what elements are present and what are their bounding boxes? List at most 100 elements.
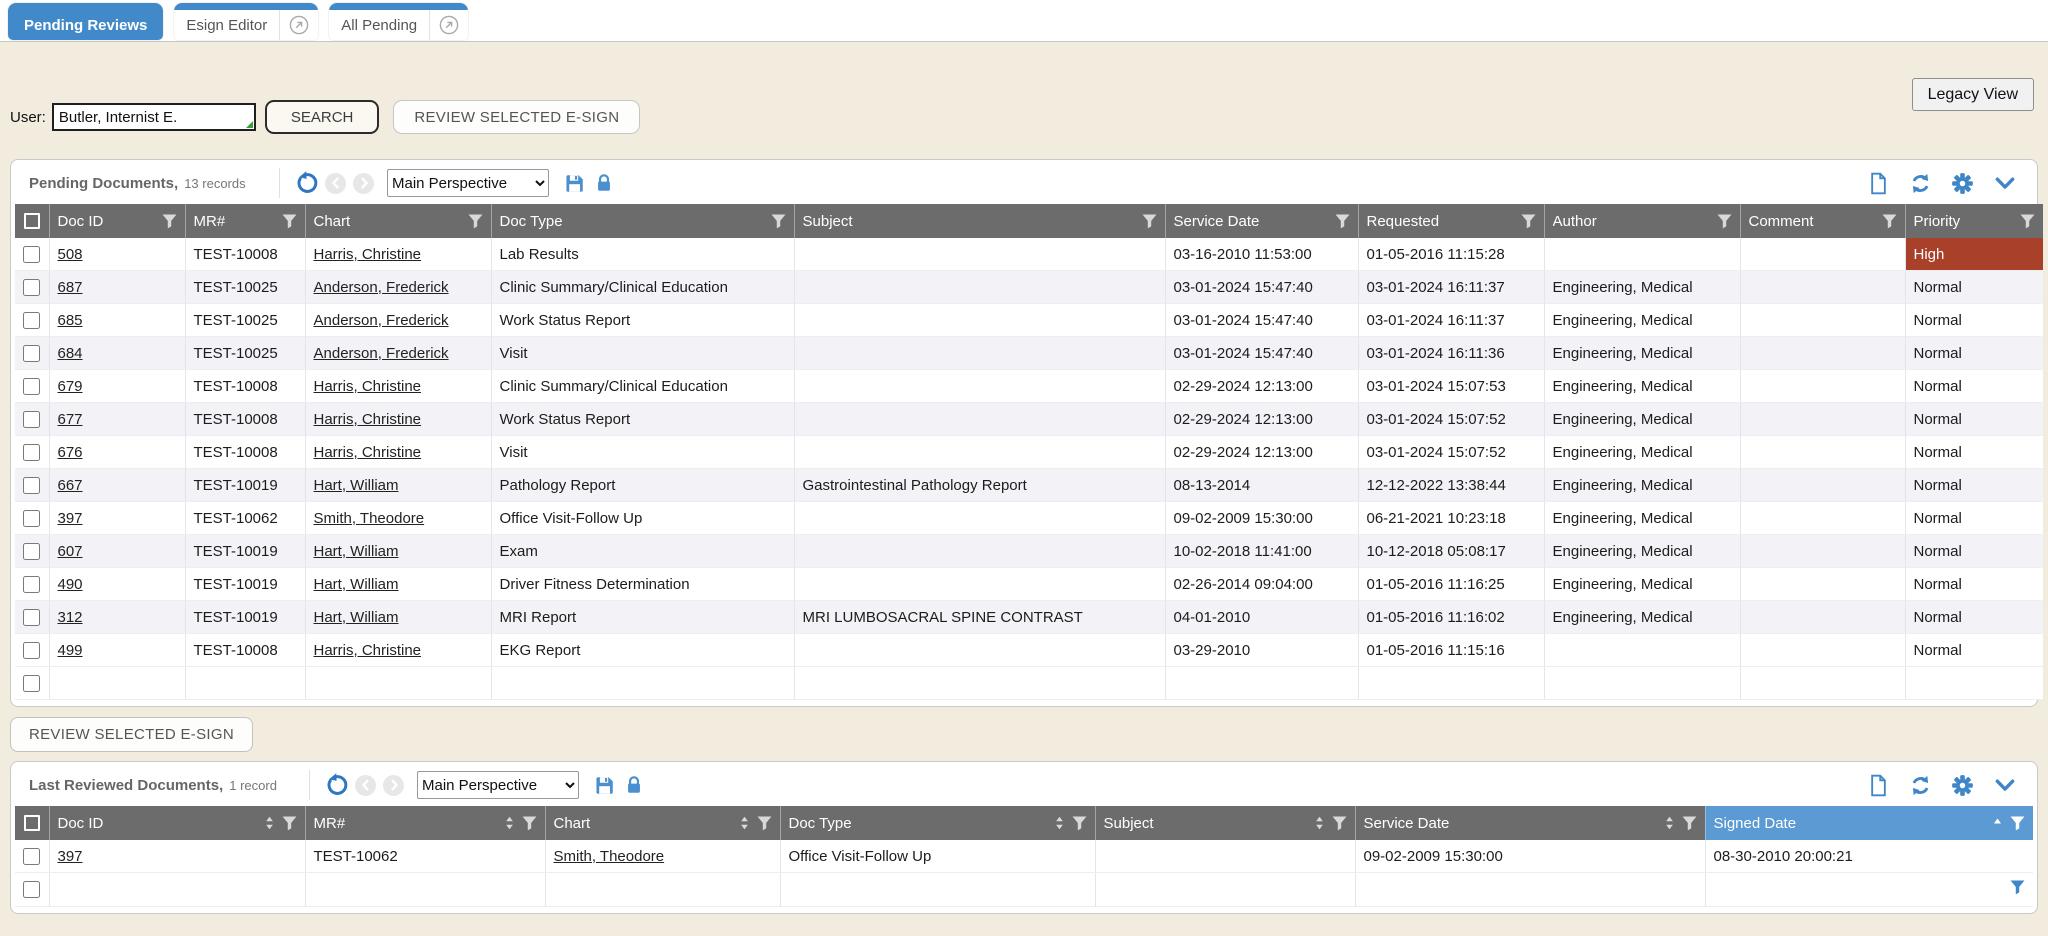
filter-icon[interactable]	[2010, 880, 2025, 895]
filter-icon[interactable]	[282, 816, 297, 831]
chart-link[interactable]: Hart, William	[314, 543, 399, 560]
sort-icon[interactable]	[263, 816, 276, 830]
doc-id-link[interactable]: 677	[58, 411, 83, 428]
chart-link[interactable]: Harris, Christine	[314, 411, 422, 428]
settings-gear-icon[interactable]	[1951, 774, 1974, 797]
chart-link[interactable]: Hart, William	[314, 609, 399, 626]
filter-icon[interactable]	[282, 214, 297, 229]
sort-icon[interactable]	[1053, 816, 1066, 830]
nav-back-icon[interactable]	[355, 775, 376, 796]
doc-id-link[interactable]: 490	[58, 576, 83, 593]
doc-id-link[interactable]: 607	[58, 543, 83, 560]
column-header-priority[interactable]: Priority	[1905, 204, 2043, 238]
chart-link[interactable]: Smith, Theodore	[314, 510, 425, 527]
filter-icon[interactable]	[1335, 214, 1350, 229]
column-header-mr[interactable]: MR#	[305, 806, 545, 840]
review-selected-esign-button-top[interactable]: REVIEW SELECTED E-SIGN	[393, 100, 640, 134]
row-checkbox[interactable]	[23, 642, 40, 659]
doc-id-link[interactable]: 687	[58, 279, 83, 296]
column-header-comment[interactable]: Comment	[1740, 204, 1905, 238]
sort-icon[interactable]	[1663, 816, 1676, 830]
chart-link[interactable]: Hart, William	[314, 576, 399, 593]
filter-icon[interactable]	[757, 816, 772, 831]
filter-icon[interactable]	[1142, 214, 1157, 229]
column-header-mr[interactable]: MR#	[185, 204, 305, 238]
column-header-chart[interactable]: Chart	[545, 806, 780, 840]
doc-id-link[interactable]: 312	[58, 609, 83, 626]
chart-link[interactable]: Harris, Christine	[314, 378, 422, 395]
select-all-checkbox[interactable]	[24, 213, 40, 229]
tab-all-pending[interactable]: All Pending	[329, 3, 468, 40]
doc-id-link[interactable]: 508	[58, 246, 83, 263]
doc-id-link[interactable]: 679	[58, 378, 83, 395]
filter-icon[interactable]	[1521, 214, 1536, 229]
chart-link[interactable]: Harris, Christine	[314, 246, 422, 263]
column-header-doc-id[interactable]: Doc ID	[49, 806, 305, 840]
row-checkbox[interactable]	[23, 477, 40, 494]
filter-icon[interactable]	[1072, 816, 1087, 831]
legacy-view-button[interactable]: Legacy View	[1912, 78, 2034, 111]
row-checkbox[interactable]	[23, 279, 40, 296]
user-input[interactable]	[52, 103, 256, 131]
filter-icon[interactable]	[771, 214, 786, 229]
filter-icon[interactable]	[1882, 214, 1897, 229]
row-checkbox[interactable]	[23, 510, 40, 527]
column-header-service-date[interactable]: Service Date	[1355, 806, 1705, 840]
undo-icon[interactable]	[294, 171, 318, 195]
review-selected-esign-button-bottom[interactable]: REVIEW SELECTED E-SIGN	[10, 717, 253, 752]
sort-icon[interactable]	[1313, 816, 1326, 830]
filter-icon[interactable]	[1682, 816, 1697, 831]
doc-id-link[interactable]: 397	[58, 510, 83, 527]
row-checkbox[interactable]	[23, 378, 40, 395]
settings-gear-icon[interactable]	[1951, 172, 1974, 195]
chart-link[interactable]: Harris, Christine	[314, 444, 422, 461]
chart-link[interactable]: Anderson, Frederick	[314, 312, 449, 329]
doc-id-link[interactable]: 667	[58, 477, 83, 494]
collapse-chevron-icon[interactable]	[1993, 773, 2017, 797]
new-document-icon[interactable]	[1867, 774, 1890, 797]
filter-icon[interactable]	[1717, 214, 1732, 229]
resize-grip-icon[interactable]	[246, 121, 253, 128]
filter-icon[interactable]	[2020, 214, 2035, 229]
column-header-doc-id[interactable]: Doc ID	[49, 204, 185, 238]
chart-link[interactable]: Anderson, Frederick	[314, 279, 449, 296]
column-header-doc-type[interactable]: Doc Type	[780, 806, 1095, 840]
nav-forward-icon[interactable]	[383, 775, 404, 796]
row-checkbox[interactable]	[23, 246, 40, 263]
chart-link[interactable]: Hart, William	[314, 477, 399, 494]
row-checkbox[interactable]	[23, 444, 40, 461]
column-header-signed-date[interactable]: Signed Date	[1705, 806, 2033, 840]
column-header-service-date[interactable]: Service Date	[1165, 204, 1358, 238]
sort-icon[interactable]	[738, 816, 751, 830]
column-header-subject[interactable]: Subject	[1095, 806, 1355, 840]
doc-id-link[interactable]: 685	[58, 312, 83, 329]
chart-link[interactable]: Anderson, Frederick	[314, 345, 449, 362]
chart-link[interactable]: Smith, Theodore	[554, 848, 665, 865]
row-checkbox[interactable]	[23, 312, 40, 329]
tab-esign-editor[interactable]: Esign Editor	[174, 3, 318, 40]
column-header-doc-type[interactable]: Doc Type	[491, 204, 794, 238]
row-checkbox[interactable]	[23, 576, 40, 593]
undo-icon[interactable]	[324, 773, 348, 797]
row-checkbox[interactable]	[23, 881, 40, 898]
save-perspective-icon[interactable]	[563, 172, 586, 195]
row-checkbox[interactable]	[23, 543, 40, 560]
refresh-icon[interactable]	[1909, 774, 1932, 797]
doc-id-link[interactable]: 676	[58, 444, 83, 461]
tab-pending-reviews[interactable]: Pending Reviews	[8, 3, 163, 40]
perspective-select[interactable]: Main Perspective	[387, 169, 549, 197]
collapse-chevron-icon[interactable]	[1993, 171, 2017, 195]
lock-icon[interactable]	[593, 172, 615, 194]
external-link-icon[interactable]	[429, 10, 468, 40]
column-header-subject[interactable]: Subject	[794, 204, 1165, 238]
filter-icon[interactable]	[162, 214, 177, 229]
lock-icon[interactable]	[623, 774, 645, 796]
external-link-icon[interactable]	[279, 10, 318, 40]
row-checkbox[interactable]	[23, 848, 40, 865]
filter-icon[interactable]	[1332, 816, 1347, 831]
filter-icon[interactable]	[522, 816, 537, 831]
refresh-icon[interactable]	[1909, 172, 1932, 195]
sort-icon[interactable]	[503, 816, 516, 830]
row-checkbox[interactable]	[23, 345, 40, 362]
row-checkbox[interactable]	[23, 411, 40, 428]
